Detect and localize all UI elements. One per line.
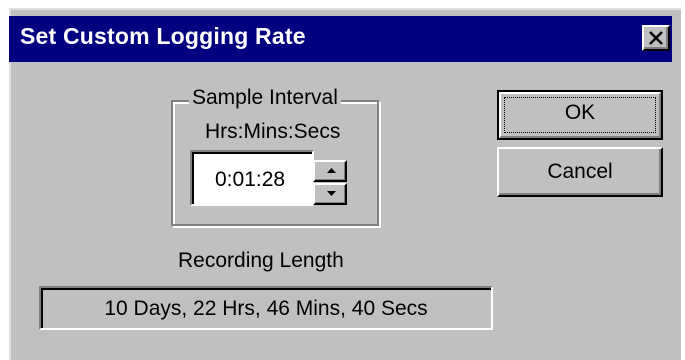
title-bar[interactable]: Set Custom Logging Rate xyxy=(9,16,672,62)
recording-length-label: Recording Length xyxy=(178,249,344,272)
recording-length-field: 10 Days, 22 Hrs, 46 Mins, 40 Secs xyxy=(39,286,493,330)
dialog-title: Set Custom Logging Rate xyxy=(20,23,306,49)
recording-length-value: 10 Days, 22 Hrs, 46 Mins, 40 Secs xyxy=(104,297,428,320)
ok-button-label: OK xyxy=(564,101,596,124)
ok-button[interactable]: OK xyxy=(497,90,663,140)
close-button[interactable] xyxy=(642,25,670,51)
sample-interval-label: Sample Interval xyxy=(189,86,341,110)
spin-up-button[interactable] xyxy=(313,160,347,182)
triangle-down-icon xyxy=(327,191,336,196)
cancel-button-label: Cancel xyxy=(547,160,613,183)
spin-down-button[interactable] xyxy=(313,183,347,205)
close-x-icon xyxy=(649,31,663,45)
time-format-label: Hrs:Mins:Secs xyxy=(205,120,341,143)
triangle-up-icon xyxy=(327,168,336,173)
cancel-button[interactable]: Cancel xyxy=(497,147,663,197)
sample-interval-value[interactable]: 0:01:28 xyxy=(215,168,285,192)
